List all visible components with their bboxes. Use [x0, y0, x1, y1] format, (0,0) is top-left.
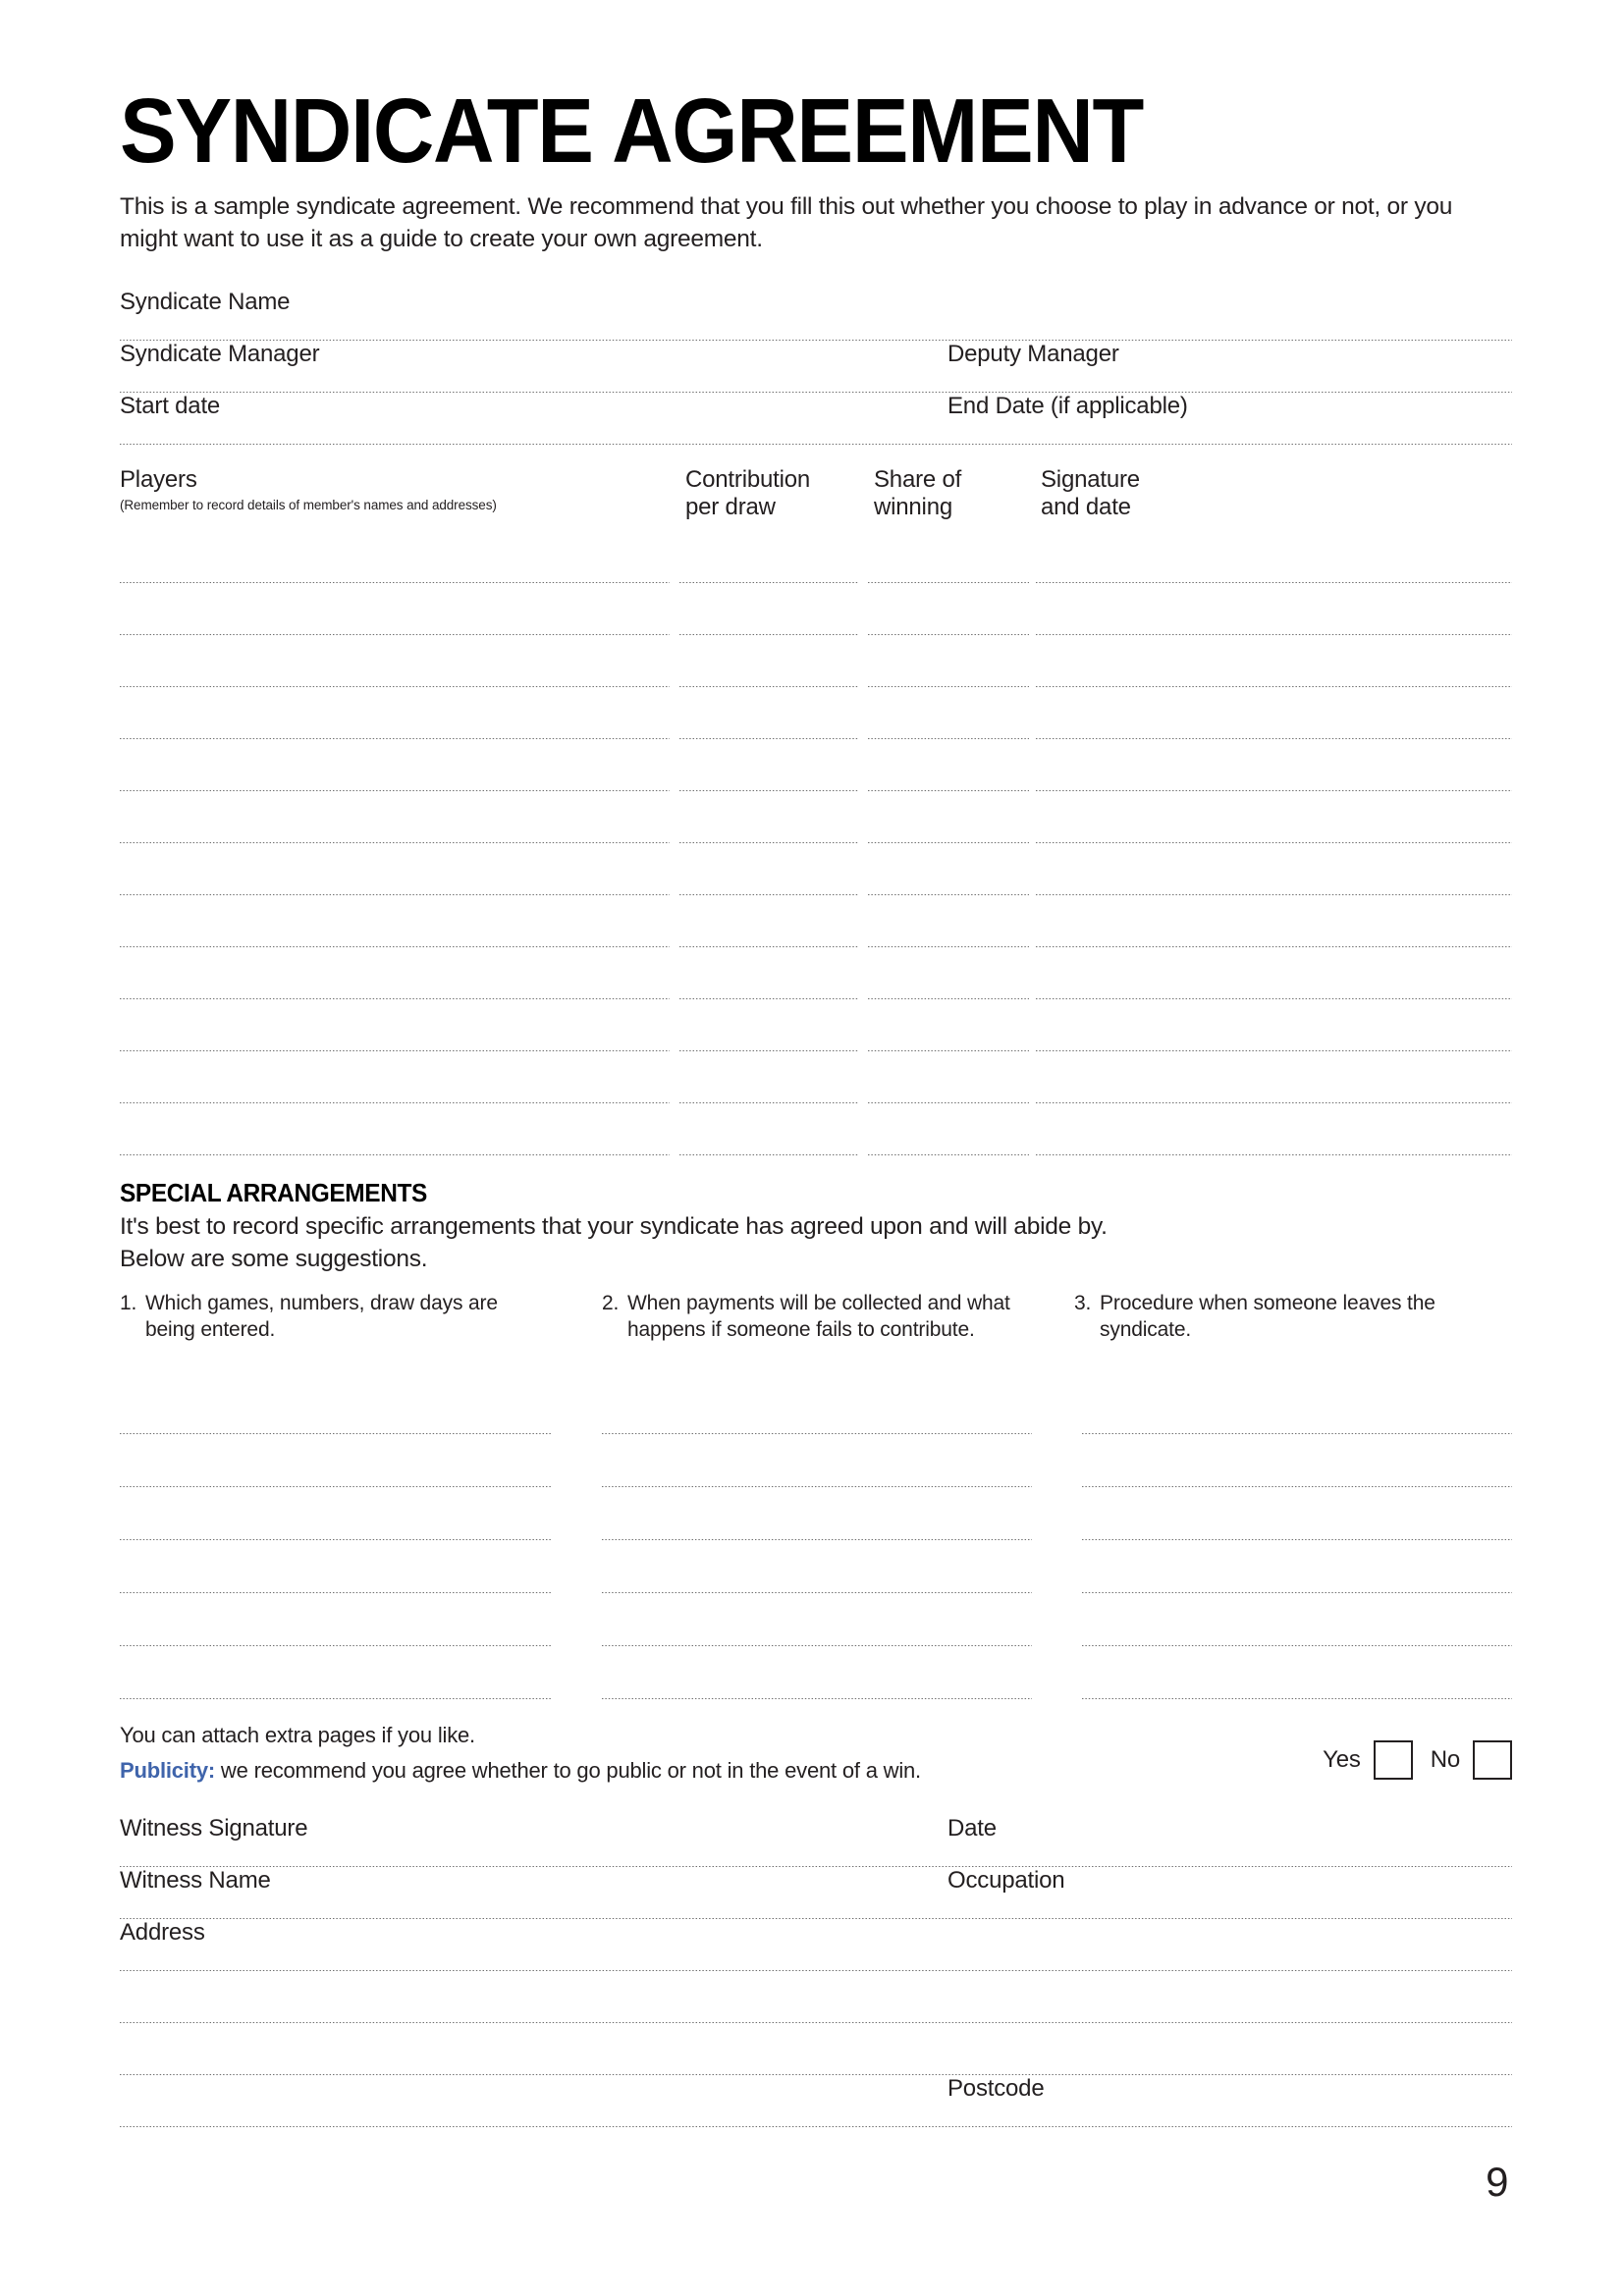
publicity-text: we recommend you agree whether to go pub…	[215, 1757, 921, 1783]
label-postcode: Postcode	[947, 2074, 1045, 2102]
special-arrangements-section: SPECIAL ARRANGEMENTS It's best to record…	[120, 1178, 1512, 1699]
writing-line-row	[120, 1540, 1512, 1593]
suggestion-number-3: 3.	[1074, 1291, 1092, 1314]
players-table: Players (Remember to record details of m…	[120, 466, 1512, 1156]
label-deputy-manager: Deputy Manager	[947, 341, 1119, 368]
writing-line-row	[120, 1434, 1512, 1487]
label-start-date: Start date	[120, 393, 221, 420]
writing-line-row	[120, 1646, 1512, 1699]
players-table-body	[120, 531, 1512, 1156]
field-row-dates: Start date End Date (if applicable)	[120, 393, 1512, 446]
field-row-witness-signature: Witness Signature Date	[120, 1815, 1512, 1867]
suggestion-text-2: When payments will be collected and what…	[627, 1291, 1010, 1341]
writing-line[interactable]	[120, 1696, 552, 1699]
table-row	[120, 1051, 1512, 1104]
table-row	[120, 583, 1512, 636]
table-cell-line[interactable]	[120, 1153, 670, 1156]
publicity-yes-option[interactable]: Yes	[1323, 1739, 1413, 1780]
suggestion-item-2: 2. When payments will be collected and w…	[602, 1291, 1024, 1344]
special-arrangements-body: It's best to record specific arrangement…	[120, 1211, 1512, 1275]
table-row	[120, 1103, 1512, 1156]
witness-section: Witness Signature Date Witness Name Occu…	[120, 1815, 1512, 2127]
input-line-postcode[interactable]	[120, 2124, 1512, 2127]
column-header-signature-line1: Signature	[1041, 466, 1140, 494]
publicity-label: Publicity:	[120, 1757, 216, 1783]
attachments-and-publicity: You can attach extra pages if you like. …	[120, 1723, 1512, 1793]
field-row-address: Address	[120, 1919, 1512, 1971]
suggestion-number-1: 1.	[120, 1291, 137, 1314]
writing-line[interactable]	[602, 1696, 1032, 1699]
field-row-managers: Syndicate Manager Deputy Manager	[120, 341, 1512, 394]
table-row	[120, 843, 1512, 896]
table-row	[120, 791, 1512, 844]
label-end-date: End Date (if applicable)	[947, 393, 1188, 420]
label-date: Date	[947, 1814, 997, 1842]
table-row	[120, 739, 1512, 792]
table-row	[120, 999, 1512, 1052]
attach-extra-pages-note: You can attach extra pages if you like.	[120, 1722, 475, 1747]
intro-paragraph: This is a sample syndicate agreement. We…	[120, 193, 1453, 252]
label-witness-name: Witness Name	[120, 1866, 271, 1894]
input-line-dates[interactable]	[120, 443, 1512, 446]
field-row-address-2	[120, 1971, 1512, 2023]
label-occupation: Occupation	[947, 1866, 1065, 1894]
special-arrangements-body-line1: It's best to record specific arrangement…	[120, 1213, 1108, 1241]
publicity-yes-label: Yes	[1323, 1745, 1361, 1773]
column-header-share-line2: winning	[874, 494, 952, 521]
special-arrangements-heading: SPECIAL ARRANGEMENTS	[120, 1178, 427, 1208]
publicity-note: Publicity: we recommend you agree whethe…	[120, 1758, 1512, 1784]
table-cell-line[interactable]	[679, 1153, 859, 1156]
publicity-no-option[interactable]: No	[1430, 1739, 1512, 1780]
column-header-signature-line2: and date	[1041, 494, 1131, 521]
suggestion-number-2: 2.	[602, 1291, 620, 1314]
suggestion-item-3: 3. Procedure when someone leaves the syn…	[1074, 1291, 1496, 1344]
writing-line-row	[120, 1593, 1512, 1646]
publicity-choice-group: Yes No	[1323, 1739, 1512, 1780]
column-header-players-note: (Remember to record details of member's …	[120, 498, 497, 513]
column-header-contribution: Contribution per draw	[685, 466, 810, 521]
suggestion-text-3: Procedure when someone leaves the syndic…	[1100, 1291, 1435, 1341]
writing-line[interactable]	[1082, 1696, 1512, 1699]
column-header-players: Players	[120, 466, 197, 494]
field-row-syndicate-name: Syndicate Name	[120, 289, 1512, 342]
table-cell-line[interactable]	[1036, 1153, 1512, 1156]
document-page: SYNDICATE AGREEMENT This is a sample syn…	[0, 0, 1624, 2296]
column-header-contribution-line1: Contribution	[685, 466, 811, 494]
page-number: 9	[1486, 2159, 1508, 2205]
page-title: SYNDICATE AGREEMENT	[120, 80, 1144, 182]
table-row	[120, 895, 1512, 948]
table-row	[120, 531, 1512, 584]
table-row	[120, 635, 1512, 688]
table-cell-line[interactable]	[868, 1153, 1029, 1156]
column-header-signature: Signature and date	[1041, 466, 1140, 521]
field-row-witness-name: Witness Name Occupation	[120, 1867, 1512, 1919]
publicity-no-checkbox[interactable]	[1473, 1739, 1512, 1780]
table-row	[120, 947, 1512, 1000]
label-witness-signature: Witness Signature	[120, 1814, 308, 1842]
column-header-share: Share of winning	[874, 466, 961, 521]
suggestion-item-1: 1. Which games, numbers, draw days are b…	[120, 1291, 542, 1344]
column-header-players-label: Players	[120, 466, 197, 494]
label-address: Address	[120, 1918, 205, 1946]
column-header-share-line1: Share of	[874, 466, 962, 494]
special-arrangements-writing-lines	[120, 1381, 1512, 1699]
label-syndicate-manager: Syndicate Manager	[120, 341, 320, 368]
publicity-no-label: No	[1430, 1745, 1460, 1773]
publicity-yes-checkbox[interactable]	[1373, 1739, 1413, 1780]
label-syndicate-name: Syndicate Name	[120, 289, 291, 316]
suggestions-row: 1. Which games, numbers, draw days are b…	[120, 1291, 1512, 1375]
table-row	[120, 687, 1512, 740]
writing-line-row	[120, 1381, 1512, 1434]
page-content: SYNDICATE AGREEMENT This is a sample syn…	[120, 0, 1512, 2127]
column-header-contribution-line2: per draw	[685, 494, 776, 521]
identity-fields: Syndicate Name Syndicate Manager Deputy …	[120, 289, 1512, 446]
field-row-postcode: Postcode	[120, 2075, 1512, 2127]
suggestion-text-1: Which games, numbers, draw days are bein…	[145, 1291, 498, 1341]
field-row-address-3	[120, 2023, 1512, 2075]
writing-line-row	[120, 1487, 1512, 1540]
special-arrangements-body-line2: Below are some suggestions.	[120, 1245, 428, 1272]
players-table-header: Players (Remember to record details of m…	[120, 466, 1512, 531]
